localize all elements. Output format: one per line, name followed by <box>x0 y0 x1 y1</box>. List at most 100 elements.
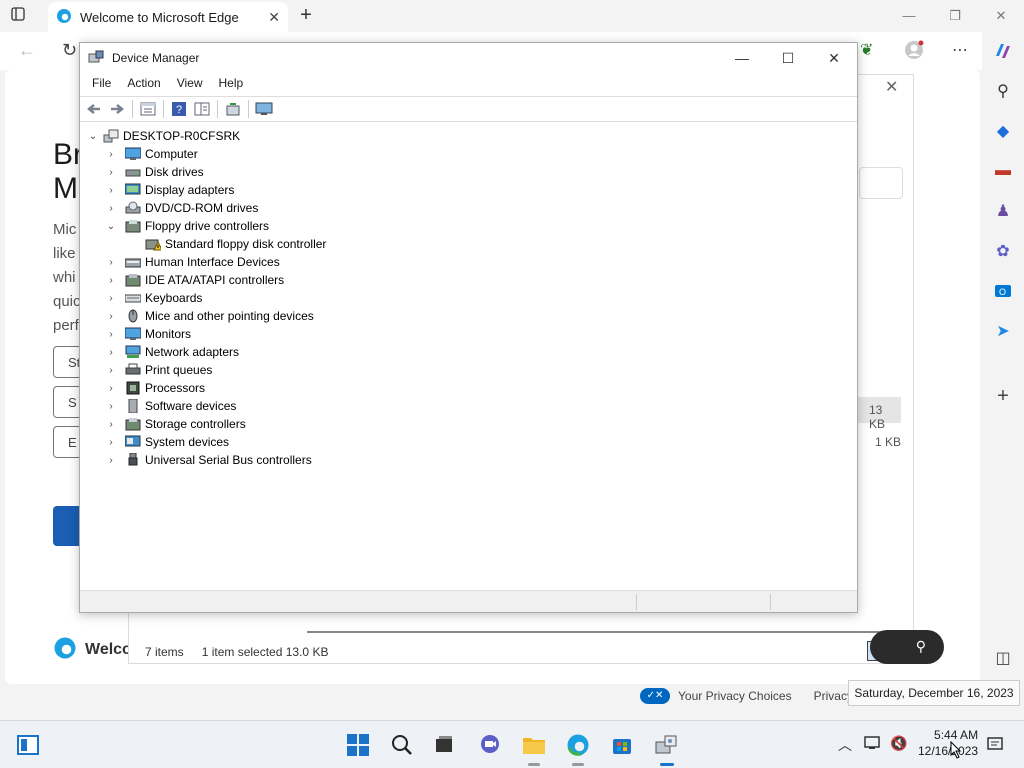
task-view-icon[interactable] <box>430 731 458 759</box>
chevron-right-icon[interactable]: › <box>105 167 117 178</box>
chevron-down-icon[interactable]: ⌄ <box>87 131 99 142</box>
tab-close-icon[interactable]: ✕ <box>268 9 280 26</box>
tree-node-monitors[interactable]: › Monitors <box>105 325 191 343</box>
chevron-right-icon[interactable]: › <box>105 401 117 412</box>
games-icon[interactable]: ♟ <box>992 200 1014 222</box>
refresh-icon[interactable]: ↻ <box>62 40 77 61</box>
chevron-right-icon[interactable]: › <box>105 149 117 160</box>
close-icon[interactable]: ✕ <box>885 77 898 97</box>
close-icon[interactable]: ✕ <box>811 43 857 73</box>
restore-icon[interactable]: ❐ <box>932 0 978 32</box>
menu-view[interactable]: View <box>169 73 211 95</box>
store-icon[interactable] <box>608 731 636 759</box>
more-options-icon[interactable]: ⋯ <box>952 40 968 60</box>
device-manager-taskbar-icon[interactable] <box>652 731 680 759</box>
edge-logo-icon <box>56 8 72 27</box>
tree-node-ide-controllers[interactable]: › IDE ATA/ATAPI controllers <box>105 271 284 289</box>
chevron-right-icon[interactable]: › <box>105 275 117 286</box>
tree-node-system-devices[interactable]: › System devices <box>105 433 229 451</box>
update-driver-icon[interactable] <box>223 99 243 119</box>
chevron-right-icon[interactable]: › <box>105 383 117 394</box>
properties-view-icon[interactable] <box>138 99 158 119</box>
tree-node-print-queues[interactable]: › Print queues <box>105 361 212 379</box>
tree-node-display-adapters[interactable]: › Display adapters <box>105 181 234 199</box>
tools-icon[interactable]: ▬ <box>992 160 1014 182</box>
search-icon[interactable] <box>388 731 416 759</box>
edge-icon[interactable] <box>564 731 592 759</box>
back-icon[interactable] <box>84 99 104 119</box>
tree-node-hid[interactable]: › Human Interface Devices <box>105 253 279 271</box>
chevron-right-icon[interactable]: › <box>105 329 117 340</box>
tree-node-keyboards[interactable]: › Keyboards <box>105 289 202 307</box>
tree-node-label: Universal Serial Bus controllers <box>145 453 312 467</box>
chevron-right-icon[interactable]: › <box>105 365 117 376</box>
profile-avatar[interactable] <box>904 40 924 65</box>
tree-node-dvd-drives[interactable]: › DVD/CD-ROM drives <box>105 199 258 217</box>
chevron-down-icon[interactable]: ⌄ <box>105 221 117 232</box>
tree-node-network-adapters[interactable]: › Network adapters <box>105 343 239 361</box>
tab-actions-icon[interactable] <box>10 6 38 26</box>
tree-node-processors[interactable]: › Processors <box>105 379 205 397</box>
add-icon[interactable]: + <box>992 385 1014 407</box>
chevron-right-icon[interactable]: › <box>105 257 117 268</box>
display-icon[interactable] <box>864 735 882 754</box>
menu-help[interactable]: Help <box>211 73 252 95</box>
search-pill[interactable]: ⚲ <box>870 630 944 664</box>
file-explorer-icon[interactable] <box>520 731 548 759</box>
chevron-right-icon[interactable]: › <box>105 347 117 358</box>
chevron-right-icon[interactable]: › <box>105 437 117 448</box>
shopping-tag-icon[interactable]: ◆ <box>992 120 1014 142</box>
minimize-icon[interactable]: — <box>719 43 765 73</box>
copilot-icon[interactable] <box>992 40 1014 62</box>
send-icon[interactable]: ➤ <box>992 320 1014 342</box>
mouse-icon <box>125 309 141 323</box>
tree-node-storage-controllers[interactable]: › Storage controllers <box>105 415 245 433</box>
privacy-choices-link[interactable]: Your Privacy Choices <box>678 689 792 703</box>
new-tab-button[interactable]: + <box>294 4 318 27</box>
menu-action[interactable]: Action <box>119 73 168 95</box>
status-item-count: 7 items <box>145 645 184 659</box>
chat-icon[interactable] <box>476 731 504 759</box>
microsoft-365-icon[interactable]: ✿ <box>992 240 1014 262</box>
chevron-right-icon[interactable]: › <box>105 185 117 196</box>
chevron-right-icon[interactable]: › <box>105 203 117 214</box>
tree-node-computer[interactable]: › Computer <box>105 145 198 163</box>
tree-node-mice[interactable]: › Mice and other pointing devices <box>105 307 313 325</box>
status-size-text: 13.0 KB <box>285 645 329 659</box>
help-icon[interactable]: ? <box>169 99 189 119</box>
forward-icon[interactable] <box>107 99 127 119</box>
notifications-icon[interactable] <box>986 735 1004 756</box>
processor-icon <box>125 381 141 395</box>
volume-muted-icon[interactable]: 🔇 <box>890 735 907 752</box>
outlook-icon[interactable]: O <box>992 280 1014 302</box>
chevron-right-icon[interactable]: › <box>105 419 117 430</box>
tree-node-floppy-disk-controller[interactable]: Standard floppy disk controller <box>125 235 326 253</box>
clock[interactable]: 5:44 AM 12/16/2023 <box>918 727 978 759</box>
scan-hardware-icon[interactable] <box>254 99 274 119</box>
tree-node-usb-controllers[interactable]: › Universal Serial Bus controllers <box>105 451 312 469</box>
browser-tab[interactable]: Welcome to Microsoft Edge ✕ <box>48 2 288 32</box>
details-pane-icon[interactable] <box>192 99 212 119</box>
chevron-up-icon[interactable]: ︿ <box>838 735 852 755</box>
start-icon[interactable] <box>344 731 372 759</box>
back-arrow-icon[interactable]: ← <box>18 40 36 61</box>
close-icon[interactable]: ✕ <box>978 0 1024 32</box>
maximize-icon[interactable]: ☐ <box>765 43 811 73</box>
search-input[interactable] <box>859 167 903 199</box>
chevron-right-icon[interactable]: › <box>105 293 117 304</box>
search-icon[interactable]: ⚲ <box>992 80 1014 102</box>
widgets-icon[interactable] <box>14 731 42 759</box>
chevron-right-icon[interactable]: › <box>105 311 117 322</box>
sidebar-toggle-icon[interactable]: ◫ <box>992 647 1014 669</box>
tracking-prevention-icon[interactable]: ❦ <box>860 40 873 60</box>
menu-file[interactable]: File <box>84 73 119 95</box>
horizontal-scrollbar[interactable] <box>307 631 897 633</box>
tree-node-label: Keyboards <box>145 291 203 305</box>
tree-node-software-devices[interactable]: › Software devices <box>105 397 236 415</box>
tree-node-disk-drives[interactable]: › Disk drives <box>105 163 203 181</box>
minimize-icon[interactable]: — <box>886 0 932 32</box>
tree-node-floppy-controllers[interactable]: ⌄ Floppy drive controllers <box>105 217 269 235</box>
tree-node-label: Computer <box>145 147 198 161</box>
tree-root[interactable]: ⌄ DESKTOP-R0CFSRK <box>87 127 240 145</box>
chevron-right-icon[interactable]: › <box>105 455 117 466</box>
